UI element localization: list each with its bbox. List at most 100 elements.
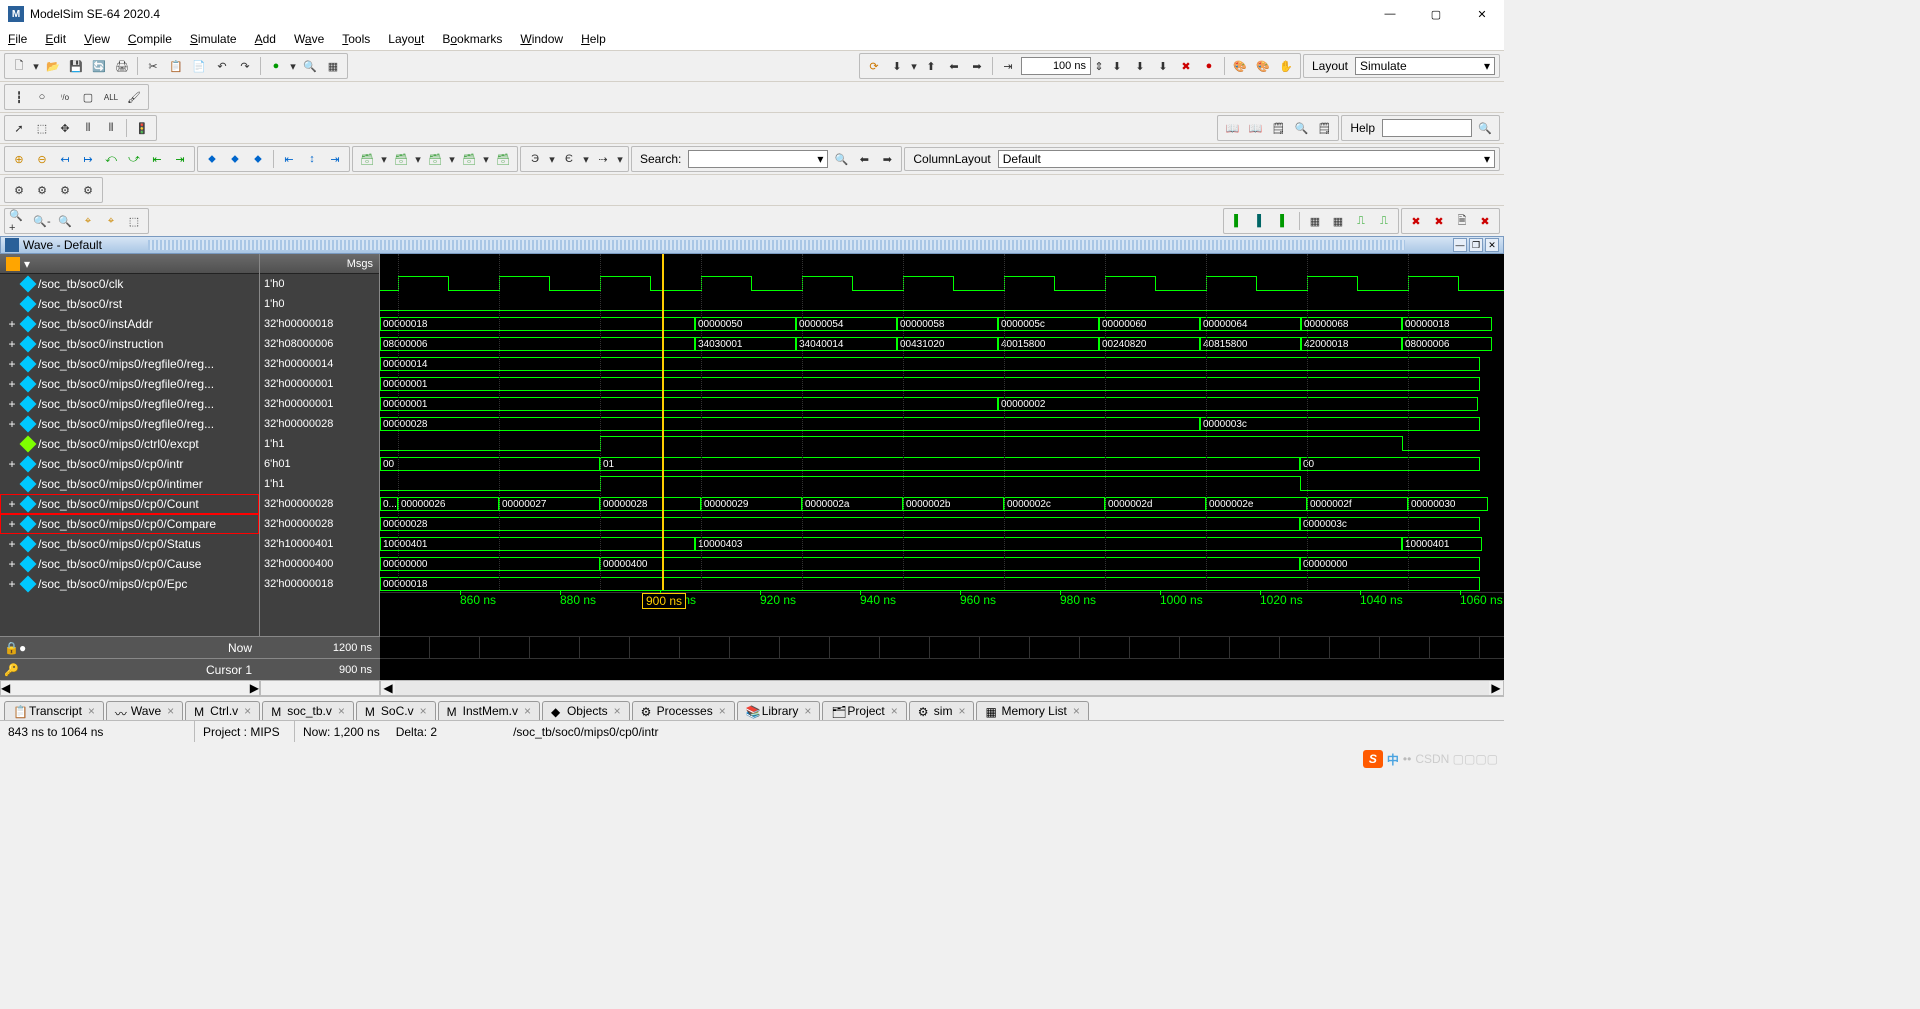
wave-disp7-icon[interactable]: ⎍ [1374, 211, 1394, 231]
gear2-icon[interactable]: ⚙ [32, 180, 52, 200]
signal-row[interactable]: /soc_tb/soc0/clk [0, 274, 259, 294]
blueb-icon[interactable]: ↕ [302, 149, 322, 169]
wave-disp6-icon[interactable]: ⎍ [1351, 211, 1371, 231]
signal-row[interactable]: +/soc_tb/soc0/mips0/regfile0/reg... [0, 354, 259, 374]
signal-row[interactable]: +/soc_tb/soc0/mips0/regfile0/reg... [0, 414, 259, 434]
hand-icon[interactable]: ✋ [1276, 56, 1296, 76]
signal-row[interactable]: +/soc_tb/soc0/instAddr [0, 314, 259, 334]
signal-row[interactable]: +/soc_tb/soc0/mips0/cp0/intr [0, 454, 259, 474]
tab-library[interactable]: 📚Library× [737, 701, 821, 720]
dd-icon[interactable]: ▾ [616, 149, 624, 169]
wave-row[interactable]: 0000000100000002 [380, 394, 1504, 414]
wave-row[interactable] [380, 274, 1504, 294]
blue1-icon[interactable]: ⬥ [202, 149, 222, 169]
wave-disp5-icon[interactable]: ▦ [1328, 211, 1348, 231]
wave-canvas[interactable]: 000000180000005000000054000000580000005c… [380, 254, 1504, 636]
signal-header[interactable]: ▾ [0, 254, 259, 274]
undo-icon[interactable]: ↶ [212, 56, 232, 76]
wave-row[interactable]: 00000001 [380, 374, 1504, 394]
menu-add[interactable]: Add [255, 32, 276, 46]
time-ruler[interactable]: 860 ns880 ns900 ns920 ns940 ns960 ns980 … [380, 592, 1504, 614]
panel-min-button[interactable]: — [1453, 238, 1467, 252]
left-icon[interactable]: ⬅ [944, 56, 964, 76]
search-prev-icon[interactable]: ⬅ [854, 149, 874, 169]
edge-l-icon[interactable]: ⤺ [101, 149, 121, 169]
signal-row[interactable]: /soc_tb/soc0/rst [0, 294, 259, 314]
signal-row[interactable]: +/soc_tb/soc0/mips0/cp0/Status [0, 534, 259, 554]
tab-soctbv[interactable]: Msoc_tb.v× [262, 701, 354, 720]
dropdown-icon[interactable]: ▾ [910, 56, 918, 76]
move-icon[interactable]: ✥ [55, 118, 75, 138]
tab-objects[interactable]: ◆Objects× [542, 701, 630, 720]
traffic-icon[interactable]: 🚦 [132, 118, 152, 138]
search-go-icon[interactable]: 🔍 [831, 149, 851, 169]
zoom-out-icon[interactable]: 🔍- [32, 211, 52, 231]
wave-disp2-icon[interactable]: ▌ [1251, 211, 1271, 231]
menu-layout[interactable]: Layout [388, 32, 424, 46]
trace3-icon[interactable]: ⇢ [593, 149, 613, 169]
db2-icon[interactable]: 🗃 [391, 149, 411, 169]
del3-icon[interactable]: ✖ [1475, 211, 1495, 231]
find-icon[interactable]: 🔍 [300, 56, 320, 76]
wave-row[interactable]: 00000014 [380, 354, 1504, 374]
book1-icon[interactable]: 📖 [1222, 118, 1242, 138]
dd-icon[interactable]: ▾ [548, 149, 556, 169]
trace2-icon[interactable]: Є [559, 149, 579, 169]
menu-bookmarks[interactable]: Bookmarks [442, 32, 502, 46]
signal-row[interactable]: +/soc_tb/soc0/mips0/regfile0/reg... [0, 394, 259, 414]
tab-sim[interactable]: ⚙sim× [909, 701, 975, 720]
signal-row[interactable]: +/soc_tb/soc0/mips0/cp0/Cause [0, 554, 259, 574]
dropdown-icon[interactable]: ▾ [32, 56, 40, 76]
wave-row[interactable]: 000100 [380, 454, 1504, 474]
signal-row[interactable]: /soc_tb/soc0/mips0/ctrl0/excpt [0, 434, 259, 454]
wave-disp3-icon[interactable]: ▌ [1274, 211, 1294, 231]
expand-icon[interactable]: ⊕ [9, 149, 29, 169]
run-icon[interactable]: ⟳ [864, 56, 884, 76]
zoom-reg-icon[interactable]: ⬚ [124, 211, 144, 231]
wave-row[interactable] [380, 474, 1504, 494]
tab-close-icon[interactable]: × [524, 704, 531, 718]
time-step-input[interactable] [1021, 57, 1091, 75]
toggle2-icon[interactable]: ○ [32, 87, 52, 107]
db5-icon[interactable]: 🗃 [493, 149, 513, 169]
zoom-full-icon[interactable]: 🔍 [55, 211, 75, 231]
copy-icon[interactable]: 📋 [166, 56, 186, 76]
right-icon[interactable]: ➡ [967, 56, 987, 76]
tab-ctrlv[interactable]: MCtrl.v× [185, 701, 260, 720]
edge-r-icon[interactable]: ⤻ [124, 149, 144, 169]
wave-disp4-icon[interactable]: ▦ [1305, 211, 1325, 231]
book2-icon[interactable]: 📖 [1245, 118, 1265, 138]
signal-menu-icon[interactable] [6, 257, 20, 271]
signal-row[interactable]: /soc_tb/soc0/mips0/cp0/intimer [0, 474, 259, 494]
bluec-icon[interactable]: ⇥ [325, 149, 345, 169]
tab-processes[interactable]: ⚙Processes× [632, 701, 735, 720]
doc-icon[interactable]: 🗎 [1452, 211, 1472, 231]
wave-row[interactable]: 000000000000040000000000 [380, 554, 1504, 574]
wave1-icon[interactable]: 🎨 [1230, 56, 1250, 76]
tab-instmemv[interactable]: MInstMem.v× [438, 701, 540, 720]
tab-socv[interactable]: MSoC.v× [356, 701, 436, 720]
search-combo[interactable]: ▾ [688, 150, 828, 168]
tab-close-icon[interactable]: × [1073, 704, 1080, 718]
menu-window[interactable]: Window [520, 32, 563, 46]
wave-row[interactable]: 000000280000003c [380, 514, 1504, 534]
gear3-icon[interactable]: ⚙ [55, 180, 75, 200]
search-next-icon[interactable]: ➡ [877, 149, 897, 169]
maximize-button[interactable]: ▢ [1422, 4, 1450, 24]
tab-close-icon[interactable]: × [719, 704, 726, 718]
wave-row[interactable]: 00000018 [380, 574, 1504, 594]
help-input[interactable] [1382, 119, 1472, 137]
stop-icon[interactable]: ● [1199, 56, 1219, 76]
jump-l-icon[interactable]: ⇤ [147, 149, 167, 169]
blue2-icon[interactable]: ⬥ [225, 149, 245, 169]
pointer-icon[interactable]: ➚ [9, 118, 29, 138]
wave-disp1-icon[interactable]: ▌ [1228, 211, 1248, 231]
panel-close-button[interactable]: ✕ [1485, 238, 1499, 252]
zoom-cur-icon[interactable]: ⌖ [78, 211, 98, 231]
book4-icon[interactable]: 🔍 [1291, 118, 1311, 138]
select-icon[interactable]: ⬚ [32, 118, 52, 138]
tab-project[interactable]: 🗂Project× [822, 701, 906, 720]
layout-combo[interactable]: Simulate▾ [1355, 57, 1495, 75]
dropdown-icon[interactable]: ▾ [289, 56, 297, 76]
signal-row[interactable]: +/soc_tb/soc0/mips0/cp0/Compare [0, 514, 259, 534]
